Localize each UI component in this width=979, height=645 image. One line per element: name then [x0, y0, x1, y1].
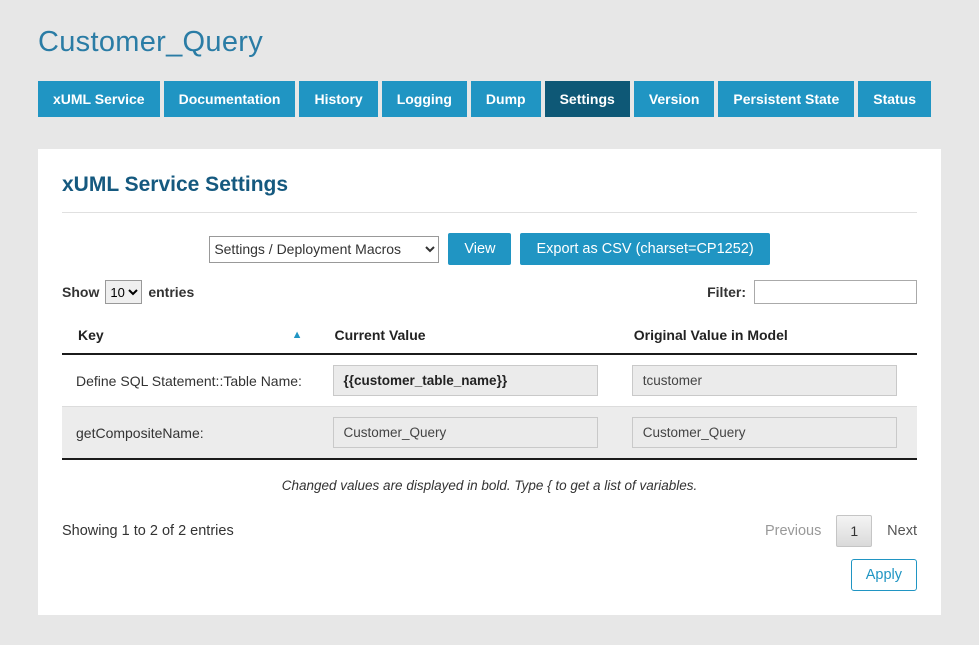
macro-type-select[interactable]: Settings / Deployment Macros [209, 236, 439, 263]
page-title: Customer_Query [38, 0, 941, 59]
settings-table: Key ▲ Current Value Original Value in Mo… [62, 317, 917, 460]
tab-dump[interactable]: Dump [471, 81, 541, 117]
row-key-label: getCompositeName: [62, 407, 319, 460]
tab-version[interactable]: Version [634, 81, 715, 117]
list-controls: Show 10 entries Filter: [62, 280, 917, 304]
view-button[interactable]: View [448, 233, 511, 265]
tab-history[interactable]: History [299, 81, 377, 117]
pagination: Previous 1 Next [765, 515, 917, 547]
original-value-field: tcustomer [632, 365, 897, 396]
table-row: getCompositeName: Customer_Query Custome… [62, 407, 917, 460]
table-header-row: Key ▲ Current Value Original Value in Mo… [62, 317, 917, 354]
tab-documentation[interactable]: Documentation [164, 81, 296, 117]
current-value-input[interactable]: {{customer_table_name}} [333, 365, 598, 396]
settings-panel: xUML Service Settings Settings / Deploym… [38, 149, 941, 615]
apply-row: Apply [62, 559, 917, 591]
hint-text: Changed values are displayed in bold. Ty… [62, 478, 917, 493]
apply-button[interactable]: Apply [851, 559, 917, 591]
panel-heading: xUML Service Settings [62, 173, 917, 213]
pagination-next[interactable]: Next [887, 523, 917, 539]
column-header-current-value[interactable]: Current Value [319, 317, 618, 354]
table-row: Define SQL Statement::Table Name: {{cust… [62, 354, 917, 407]
show-label: Show [62, 284, 99, 300]
table-footer: Showing 1 to 2 of 2 entries Previous 1 N… [62, 515, 917, 547]
original-value-field: Customer_Query [632, 417, 897, 448]
current-value-input[interactable]: Customer_Query [333, 417, 598, 448]
sort-ascending-icon: ▲ [292, 327, 303, 343]
export-csv-button[interactable]: Export as CSV (charset=CP1252) [520, 233, 769, 265]
page: Customer_Query xUML Service Documentatio… [0, 0, 979, 615]
pagination-previous[interactable]: Previous [765, 523, 821, 539]
tab-logging[interactable]: Logging [382, 81, 467, 117]
tab-persistent-state[interactable]: Persistent State [718, 81, 854, 117]
entries-label: entries [148, 284, 194, 300]
row-key-label: Define SQL Statement::Table Name: [62, 354, 319, 407]
column-header-key[interactable]: Key ▲ [62, 317, 319, 354]
macro-controls: Settings / Deployment Macros View Export… [62, 233, 917, 265]
filter-label: Filter: [707, 284, 746, 300]
entries-summary: Showing 1 to 2 of 2 entries [62, 523, 234, 539]
pagination-page-1[interactable]: 1 [836, 515, 872, 547]
filter-input[interactable] [754, 280, 917, 304]
column-header-original-value[interactable]: Original Value in Model [618, 317, 917, 354]
show-entries: Show 10 entries [62, 280, 194, 304]
tab-status[interactable]: Status [858, 81, 931, 117]
page-length-select[interactable]: 10 [105, 280, 142, 304]
tab-bar: xUML Service Documentation History Loggi… [38, 81, 941, 117]
column-header-key-label: Key [78, 327, 104, 343]
filter-control: Filter: [707, 280, 917, 304]
tab-xuml-service[interactable]: xUML Service [38, 81, 160, 117]
tab-settings[interactable]: Settings [545, 81, 630, 117]
